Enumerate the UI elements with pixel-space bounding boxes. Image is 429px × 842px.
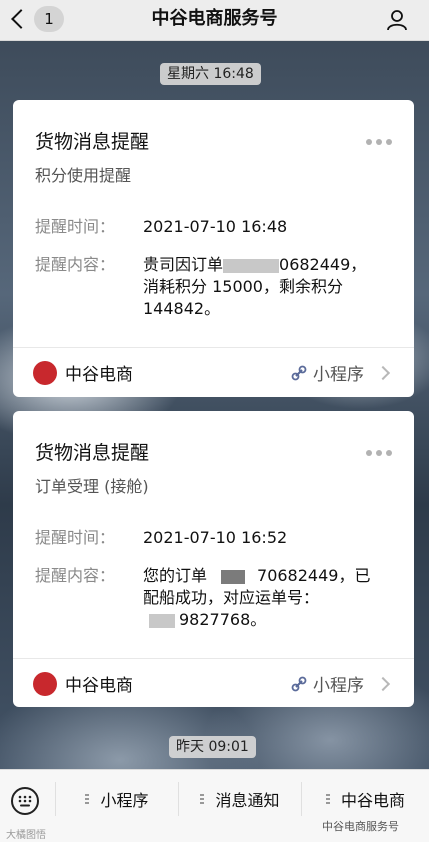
content-label: 提醒内容： — [35, 566, 116, 585]
menu-lines-icon — [200, 794, 210, 804]
mini-program-link[interactable]: 小程序 — [291, 360, 391, 385]
chevron-right-icon — [375, 676, 391, 691]
brand-name: 中谷电商 — [65, 676, 133, 696]
card-title: 货物消息提醒 — [35, 442, 150, 464]
message-card[interactable]: 货物消息提醒 积分使用提醒 提醒时间： 2021-07-10 16:48 提醒内… — [13, 100, 414, 397]
menu-item-notifications[interactable]: 消息通知 — [179, 770, 301, 828]
message-card[interactable]: 货物消息提醒 订单受理 (接舱) 提醒时间： 2021-07-10 16:52 … — [13, 411, 414, 707]
content-text: 70682449，已 — [257, 566, 371, 585]
time-row: 提醒时间： 2021-07-10 16:52 — [35, 527, 415, 549]
menu-lines-icon — [85, 794, 95, 804]
time-value: 2021-07-10 16:52 — [143, 528, 288, 547]
menu-item-mini-program[interactable]: 小程序 — [56, 770, 178, 828]
card-title: 货物消息提醒 — [35, 131, 150, 153]
bottom-menu-bar: 小程序 消息通知 中谷电商 大橘图悟 中谷电商服务号 — [0, 769, 429, 842]
mini-program-label: 小程序 — [313, 676, 364, 696]
redaction-mask — [223, 258, 280, 273]
watermark-right: 中谷电商服务号 — [322, 820, 399, 833]
card-footer[interactable]: 中谷电商 小程序 — [13, 659, 414, 705]
menu-item-label: 小程序 — [100, 791, 149, 810]
brand-logo-icon — [33, 672, 57, 696]
more-options-icon[interactable] — [366, 450, 392, 456]
card-subtitle: 订单受理 (接舱) — [35, 477, 149, 496]
redaction-mask — [221, 569, 246, 584]
watermark-left: 大橘图悟 — [6, 830, 46, 841]
time-row: 提醒时间： 2021-07-10 16:48 — [35, 216, 415, 238]
mini-program-label: 小程序 — [313, 365, 364, 385]
menu-lines-icon — [325, 794, 336, 804]
card-subtitle: 积分使用提醒 — [35, 166, 132, 185]
keyboard-icon[interactable] — [10, 786, 40, 816]
content-text: 贵司因订单 — [143, 255, 224, 274]
top-bar: 1 中谷电商服务号 — [0, 0, 429, 41]
page-title: 中谷电商服务号 — [151, 8, 278, 29]
content-text: 您的订单 — [143, 566, 208, 585]
link-icon — [291, 365, 307, 380]
profile-icon[interactable] — [385, 8, 409, 32]
menu-item-label: 消息通知 — [215, 791, 280, 810]
content-label: 提醒内容： — [35, 255, 116, 274]
content-row: 提醒内容： 您的订单 70682449，已 配船成功，对应运单号： 9827768… — [35, 565, 415, 635]
time-label: 提醒时间： — [35, 217, 116, 236]
content-value: 贵司因订单 0682449， 消耗积分 15000，剩余积分 144842。 — [143, 254, 383, 320]
link-icon — [291, 676, 307, 691]
content-text: 0682449， — [279, 255, 367, 274]
content-text: 消耗积分 15000，剩余积分 — [143, 277, 343, 296]
more-options-icon[interactable] — [366, 139, 392, 145]
content-text: 144842。 — [143, 299, 221, 318]
brand-logo-icon — [33, 361, 57, 385]
card-footer[interactable]: 中谷电商 小程序 — [13, 348, 414, 394]
redaction-mask — [149, 613, 175, 628]
content-text: 配船成功，对应运单号： — [143, 588, 320, 607]
chevron-right-icon — [375, 365, 391, 380]
timestamp-chip: 昨天 09:01 — [169, 736, 256, 758]
content-text: 9827768。 — [179, 610, 267, 629]
time-label: 提醒时间： — [35, 528, 116, 547]
brand-name: 中谷电商 — [65, 365, 133, 385]
mini-program-link[interactable]: 小程序 — [291, 671, 391, 696]
timestamp-chip: 星期六 16:48 — [160, 63, 261, 85]
content-value: 您的订单 70682449，已 配船成功，对应运单号： 9827768。 — [143, 565, 383, 631]
content-row: 提醒内容： 贵司因订单 0682449， 消耗积分 15000，剩余积分 1448… — [35, 254, 415, 324]
menu-item-label: 中谷电商 — [340, 791, 405, 810]
time-value: 2021-07-10 16:48 — [143, 217, 288, 236]
